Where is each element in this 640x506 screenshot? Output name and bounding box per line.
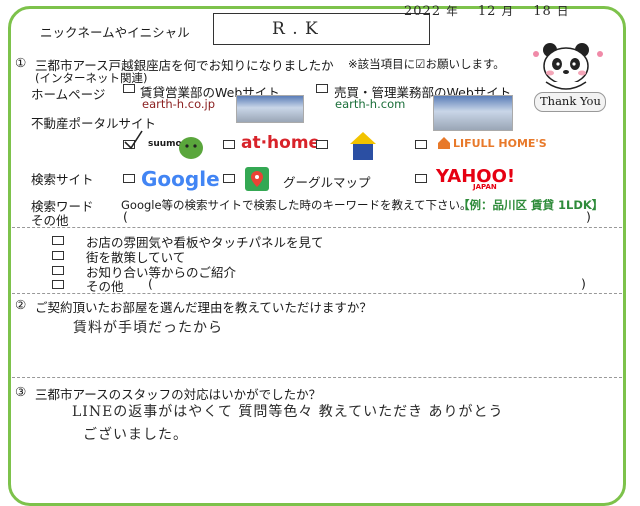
- homepage-label: ホームページ: [31, 87, 106, 102]
- q3-answer-line2: ございました。: [83, 427, 188, 443]
- checkbox-lifull[interactable]: [415, 140, 427, 149]
- q2-number: ②: [15, 297, 27, 312]
- rental-site-screenshot: [236, 95, 304, 123]
- q3-number: ③: [15, 384, 27, 399]
- section-divider: [12, 227, 622, 228]
- yahoo-logo-sub: JAPAN: [473, 183, 497, 191]
- checkbox-suumo[interactable]: [123, 130, 143, 150]
- sales-site-url: earth-h.com: [335, 97, 406, 111]
- checkbox-sales-site[interactable]: [316, 84, 328, 93]
- check-mark-icon: [124, 130, 143, 150]
- offline-paren-open: (: [148, 276, 153, 291]
- other-paren-open: (: [123, 209, 128, 224]
- offline-other-input[interactable]: [158, 279, 576, 292]
- q2-answer: 賃料が手頃だったから: [73, 320, 223, 336]
- google-maps-icon: [245, 167, 269, 191]
- offline-paren-close: ): [581, 276, 586, 291]
- date-line: 2022 年 12 月 18 日: [404, 4, 570, 19]
- checkbox-homes-house[interactable]: [316, 140, 328, 149]
- q3-answer-line1: LINEの返事がはやくて 質問等色々 教えていただき ありがとう: [72, 404, 504, 420]
- suumo-mascot-icon: [179, 137, 203, 159]
- checkbox-googlemap[interactable]: [223, 174, 235, 183]
- checkbox-walking[interactable]: [52, 251, 64, 260]
- checkbox-yahoo[interactable]: [415, 174, 427, 183]
- other-paren-close: ): [586, 209, 591, 224]
- nickname-label: ニックネームやイニシャル: [40, 25, 190, 40]
- nickname-field[interactable]: R . K: [213, 13, 430, 45]
- date-month: 12: [477, 4, 497, 19]
- homes-house-icon: [350, 132, 376, 160]
- google-logo: Google: [141, 167, 220, 191]
- other-input[interactable]: [133, 212, 581, 225]
- checkbox-google[interactable]: [123, 174, 135, 183]
- q1-note: ※該当項目に☑お願いします。: [348, 57, 505, 71]
- section-divider-3: [12, 377, 622, 378]
- search-site-label: 検索サイト: [31, 172, 94, 187]
- sales-site-screenshot: [433, 95, 513, 131]
- q1-number: ①: [15, 55, 27, 70]
- keyword-instruction: Google等の検索サイトで検索した時のキーワードを教えて下さい。: [121, 198, 472, 212]
- keyword-example: 【例：品川区 賃貸 1LDK】: [458, 198, 604, 212]
- checkbox-store-signage[interactable]: [52, 236, 64, 245]
- checkbox-referral[interactable]: [52, 266, 64, 275]
- nickname-value: R . K: [272, 19, 319, 39]
- checkbox-other-offline[interactable]: [52, 280, 64, 289]
- athome-logo: at·home: [241, 133, 321, 153]
- checkbox-athome[interactable]: [223, 140, 235, 149]
- date-day: 18: [533, 4, 552, 19]
- section-divider-2: [12, 293, 622, 294]
- checkbox-rental-site[interactable]: [123, 84, 135, 93]
- panda-mascot: Thank You: [530, 40, 616, 112]
- lifull-house-icon: [438, 137, 450, 149]
- date-year: 2022: [404, 4, 442, 19]
- lifull-logo: LIFULL HOME'S: [453, 137, 547, 150]
- thank-you-text: Thank You: [540, 94, 601, 108]
- rental-site-url: earth-h.co.jp: [142, 97, 216, 111]
- google-map-label: グーグルマップ: [283, 175, 371, 190]
- q2-title: ご契約頂いたお部屋を選んだ理由を教えていただけますか？: [35, 300, 372, 315]
